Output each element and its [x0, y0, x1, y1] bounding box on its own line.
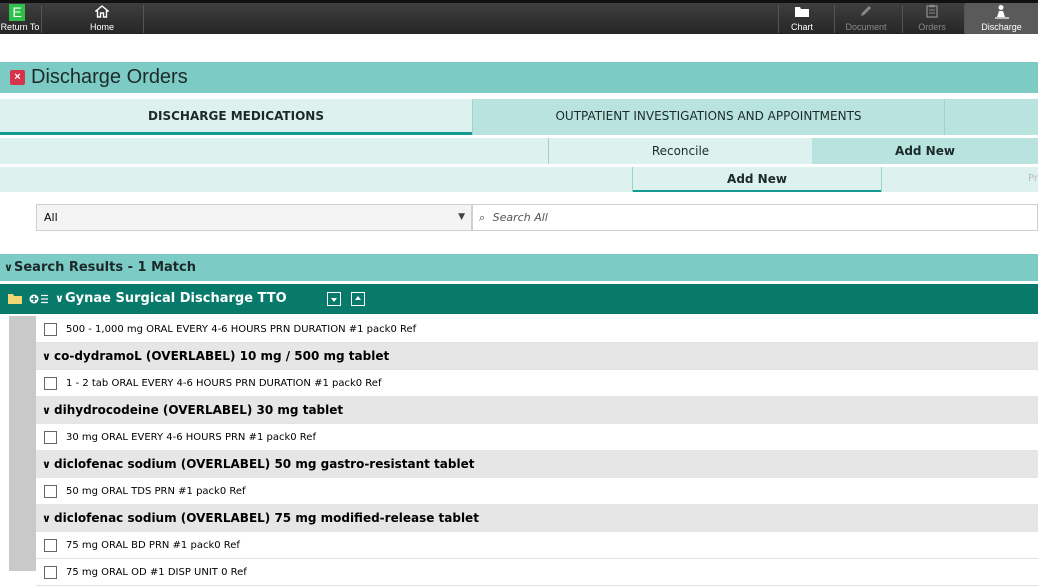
medication-name: dihydrocodeine (OVERLABEL) 30 mg tablet [54, 403, 344, 417]
discharge-label: Discharge [981, 22, 1022, 32]
chevron-down-icon: ∨ [55, 292, 64, 305]
search-icon: ⌕ [479, 211, 486, 224]
document-label: Document [845, 22, 887, 32]
filter-dropdown[interactable]: All ▼ [36, 204, 472, 231]
chevron-down-icon: ∨ [42, 404, 51, 417]
order-checkbox[interactable] [44, 431, 57, 444]
chevron-down-icon: ∨ [42, 350, 51, 363]
tab-add-new[interactable]: Add New [812, 138, 1038, 164]
search-placeholder: Search All [492, 211, 548, 224]
return-to-label: Return To [0, 22, 40, 32]
medication-name: co-dydramoL (OVERLABEL) 10 mg / 500 mg t… [54, 349, 390, 363]
order-group-row[interactable]: ∨ co-dydramoL (OVERLABEL) 10 mg / 500 mg … [36, 343, 1038, 370]
document-button[interactable]: Document [835, 3, 897, 34]
order-group-row[interactable]: ∨ diclofenac sodium (OVERLABEL) 75 mg mod… [36, 505, 1038, 532]
order-checkbox[interactable] [44, 377, 57, 390]
order-checkbox[interactable] [44, 566, 57, 579]
order-sentence-row[interactable]: 1 - 2 tab ORAL EVERY 4-6 HOURS PRN DURAT… [36, 370, 1038, 397]
order-sentence: 500 - 1,000 mg ORAL EVERY 4-6 HOURS PRN … [66, 324, 417, 335]
order-indent-gutter [9, 316, 36, 571]
subtab-truncated-label: Pr [1028, 173, 1038, 184]
order-checkbox[interactable] [44, 539, 57, 552]
folder-title: Gynae Surgical Discharge TTO [65, 291, 287, 306]
close-icon[interactable]: × [10, 70, 25, 85]
search-results-header[interactable]: ∨ Search Results - 1 Match [0, 254, 1038, 281]
order-sentence-row[interactable]: 75 mg ORAL BD PRN #1 pack0 Ref [36, 532, 1038, 559]
primary-tabs: DISCHARGE MEDICATIONS OUTPATIENT INVESTI… [0, 99, 1038, 135]
discharge-person-icon [995, 5, 1009, 19]
order-checkbox[interactable] [44, 485, 57, 498]
chevron-down-icon: ▼ [458, 212, 465, 222]
app-logo-icon: E [9, 4, 25, 21]
medication-name: diclofenac sodium (OVERLABEL) 75 mg modi… [54, 511, 479, 525]
page-title: Discharge Orders [31, 66, 188, 88]
order-folder-header[interactable]: ∨ Gynae Surgical Discharge TTO [0, 284, 1038, 314]
order-sentence-row[interactable]: 50 mg ORAL TDS PRN #1 pack0 Ref [36, 478, 1038, 505]
order-sentence: 75 mg ORAL OD #1 DISP UNIT 0 Ref [66, 567, 247, 578]
collapse-all-icon[interactable] [351, 292, 365, 306]
filter-selected-value: All [44, 211, 58, 224]
orders-label: Orders [918, 22, 946, 32]
home-button[interactable]: Home [82, 3, 122, 34]
chevron-down-icon: ∨ [4, 261, 13, 274]
home-label: Home [89, 22, 114, 32]
chart-button[interactable]: Chart [779, 3, 825, 34]
order-group-row[interactable]: ∨ diclofenac sodium (OVERLABEL) 50 mg gas… [36, 451, 1038, 478]
top-toolbar: E Return To Home Chart Document Orders D… [0, 0, 1038, 34]
expand-all-icon[interactable] [327, 292, 341, 306]
tertiary-tabs: Add New Pr [0, 167, 1038, 192]
chart-label: Chart [790, 22, 813, 32]
folder-icon [8, 294, 22, 304]
secondary-tabs: Reconcile Add New [0, 138, 1038, 164]
tab-reconcile[interactable]: Reconcile [549, 138, 812, 164]
order-sentence-row[interactable]: 75 mg ORAL OD #1 DISP UNIT 0 Ref [36, 559, 1038, 586]
add-options-icon[interactable] [29, 293, 49, 305]
tab-discharge-medications[interactable]: DISCHARGE MEDICATIONS [0, 99, 472, 135]
medication-name: diclofenac sodium (OVERLABEL) 50 mg gast… [54, 457, 475, 471]
home-icon [95, 5, 109, 18]
chevron-down-icon: ∨ [42, 512, 51, 525]
folder-icon [795, 7, 809, 17]
order-sentence: 30 mg ORAL EVERY 4-6 HOURS PRN #1 pack0 … [66, 432, 316, 443]
tab-outpatient-investigations[interactable]: OUTPATIENT INVESTIGATIONS AND APPOINTMEN… [473, 99, 944, 135]
order-sentence-row[interactable]: 30 mg ORAL EVERY 4-6 HOURS PRN #1 pack0 … [36, 424, 1038, 451]
search-results-label: Search Results - 1 Match [14, 260, 196, 275]
discharge-button[interactable]: Discharge [965, 3, 1038, 34]
order-sentence-row[interactable]: 500 - 1,000 mg ORAL EVERY 4-6 HOURS PRN … [36, 316, 1038, 343]
clipboard-icon [926, 4, 938, 18]
order-checkbox[interactable] [44, 323, 57, 336]
subtab-truncated[interactable]: Pr [882, 167, 1038, 192]
chevron-down-icon: ∨ [42, 458, 51, 471]
search-input[interactable]: ⌕ Search All [472, 204, 1038, 231]
subtab-add-new[interactable]: Add New [633, 167, 881, 192]
order-sentence: 1 - 2 tab ORAL EVERY 4-6 HOURS PRN DURAT… [66, 378, 382, 389]
orders-button[interactable]: Orders [903, 3, 961, 34]
pencil-icon [861, 6, 871, 16]
order-sentence: 50 mg ORAL TDS PRN #1 pack0 Ref [66, 486, 246, 497]
order-group-row[interactable]: ∨ dihydrocodeine (OVERLABEL) 30 mg tablet [36, 397, 1038, 424]
order-sentence: 75 mg ORAL BD PRN #1 pack0 Ref [66, 540, 240, 551]
return-to-button[interactable]: E Return To [0, 3, 40, 34]
